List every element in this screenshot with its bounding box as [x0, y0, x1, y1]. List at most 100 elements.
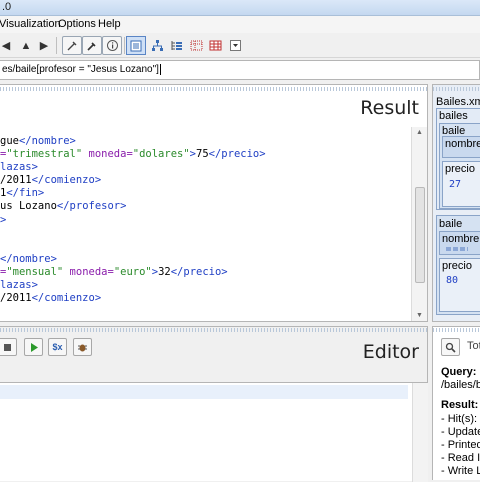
title-bar: .0 — [0, 0, 480, 16]
info-tab-label[interactable]: Tot — [467, 340, 480, 352]
variables-icon[interactable]: $x — [48, 338, 67, 356]
map-label-nombre: nombre — [445, 138, 480, 150]
map-node-nombre-1[interactable]: nombre — [442, 136, 480, 158]
code-token: "mensual" — [6, 265, 64, 278]
map-label-precio: precio — [442, 260, 472, 272]
map-node-precio-1[interactable]: precio 27 — [442, 161, 480, 207]
map-label-bailes: bailes — [439, 110, 468, 122]
map-node-precio-2[interactable]: precio 80 — [439, 258, 480, 312]
code-token: us Lozano — [0, 200, 57, 213]
code-line: lazas> — [0, 161, 412, 174]
code-token: 32 — [158, 265, 171, 278]
map-node-bailes[interactable]: bailes baile nombre precio 27 — [436, 108, 480, 210]
pin-icon[interactable] — [82, 36, 102, 55]
editor-title: Editor — [362, 341, 419, 363]
code-token: moneda= — [82, 148, 133, 161]
run-icon[interactable] — [24, 338, 43, 356]
scroll-up-icon[interactable]: ▲ — [416, 129, 423, 136]
map-view-icon[interactable] — [147, 36, 167, 55]
scroll-thumb[interactable] — [415, 187, 425, 283]
code-token: moneda= — [63, 265, 114, 278]
code-token: > — [0, 213, 7, 226]
code-line: lazas> — [0, 279, 412, 292]
map-node-nombre-2[interactable]: nombre — [439, 231, 480, 255]
dropdown-arrow-icon[interactable] — [225, 36, 245, 55]
code-token: </precio> — [208, 148, 266, 161]
code-token: </comienzo> — [31, 174, 102, 187]
text-cursor — [159, 64, 161, 75]
map-node-baile-1[interactable]: baile nombre precio 27 — [439, 123, 480, 209]
menu-visualization[interactable]: Visualization — [0, 18, 61, 30]
scroll-down-icon[interactable]: ▼ — [416, 312, 423, 319]
panel-grip[interactable] — [433, 87, 480, 91]
map-panel: Bailes.xm bailes baile nombre precio 27 … — [432, 84, 480, 322]
code-token: </comienzo> — [31, 292, 102, 305]
map-value-placeholder — [446, 247, 468, 251]
filter-icon[interactable] — [62, 36, 82, 55]
map-label-baile: baile — [439, 218, 463, 230]
query-text: es/baile[profesor = "Jesus Lozano"] — [2, 64, 159, 75]
panel-grip[interactable] — [433, 328, 480, 332]
code-line: 1</fin> — [0, 187, 412, 200]
code-token: lazas> — [0, 279, 38, 292]
code-token: gue — [0, 135, 19, 147]
editor-text-area[interactable] — [0, 382, 428, 482]
code-token: </fin> — [6, 187, 45, 200]
up-arrow-icon[interactable]: ▲ — [16, 36, 36, 55]
query-input[interactable]: es/baile[profesor = "Jesus Lozano"] — [0, 60, 480, 80]
result-panel: Result gue</nombre> ="trimestral" moneda=… — [0, 84, 428, 322]
editor-current-line — [0, 385, 408, 399]
code-token: </nombre> — [18, 135, 76, 147]
menu-options[interactable]: Options — [58, 18, 96, 30]
panel-grip[interactable] — [0, 87, 427, 91]
folder-view-icon[interactable] — [186, 36, 206, 55]
result-scrollbar[interactable]: ▲ ▼ — [411, 127, 427, 321]
code-token: </nombre> — [0, 252, 57, 265]
query-bar: es/baile[profesor = "Jesus Lozano"] — [0, 58, 480, 82]
code-line: /2011</comienzo> — [0, 292, 412, 305]
code-line: us Lozano</profesor> — [0, 200, 412, 213]
bug-icon[interactable] — [73, 338, 92, 356]
code-line: gue</nombre> — [0, 135, 412, 148]
text-view-icon[interactable] — [126, 36, 146, 55]
map-label-nombre: nombre — [442, 233, 480, 245]
code-token: </precio> — [170, 265, 228, 278]
table-view-icon[interactable] — [205, 36, 225, 55]
query-heading: Query: — [441, 366, 477, 378]
tree-view-icon[interactable] — [166, 36, 186, 55]
code-line: /2011</comienzo> — [0, 174, 412, 187]
info-item: - Update — [441, 426, 480, 438]
forward-arrow-icon[interactable]: ▶ — [34, 36, 54, 55]
toolbar-separator — [124, 37, 125, 54]
code-token: </profesor> — [56, 200, 127, 213]
map-node-baile-2[interactable]: baile nombre precio 80 — [436, 215, 480, 315]
code-line: ="trimestral" moneda="dolares">75</preci… — [0, 148, 412, 161]
result-heading: Result: — [441, 399, 479, 411]
editor-panel: $x Editor — [0, 326, 428, 482]
code-line: </nombre> — [0, 253, 412, 266]
code-token: 75 — [196, 148, 209, 161]
code-token: /2011 — [0, 292, 32, 305]
map-value-precio: 27 — [449, 179, 462, 190]
code-token: "euro" — [113, 265, 152, 278]
map-title: Bailes.xm — [436, 96, 480, 108]
search-icon[interactable] — [441, 338, 460, 356]
stop-icon[interactable] — [0, 338, 17, 356]
info-item: - Hit(s): — [441, 413, 478, 425]
toolbar: ◀ ▲ ▶ — [0, 33, 480, 58]
menu-help[interactable]: Help — [98, 18, 121, 30]
code-line: ="mensual" moneda="euro">32</precio> — [0, 266, 412, 279]
window-title: .0 — [2, 1, 12, 13]
code-token: /2011 — [0, 174, 32, 187]
editor-scrollbar[interactable] — [412, 383, 428, 482]
info-icon[interactable] — [102, 36, 122, 55]
menu-bar: Visualization Options Help — [0, 16, 480, 33]
info-item: - Write L — [441, 465, 480, 477]
result-code-view[interactable]: gue</nombre> ="trimestral" moneda="dolare… — [0, 135, 412, 321]
toolbar-separator — [56, 37, 57, 54]
panel-grip[interactable] — [0, 328, 427, 332]
code-token: lazas> — [0, 161, 38, 174]
back-arrow-icon[interactable]: ◀ — [0, 36, 16, 55]
